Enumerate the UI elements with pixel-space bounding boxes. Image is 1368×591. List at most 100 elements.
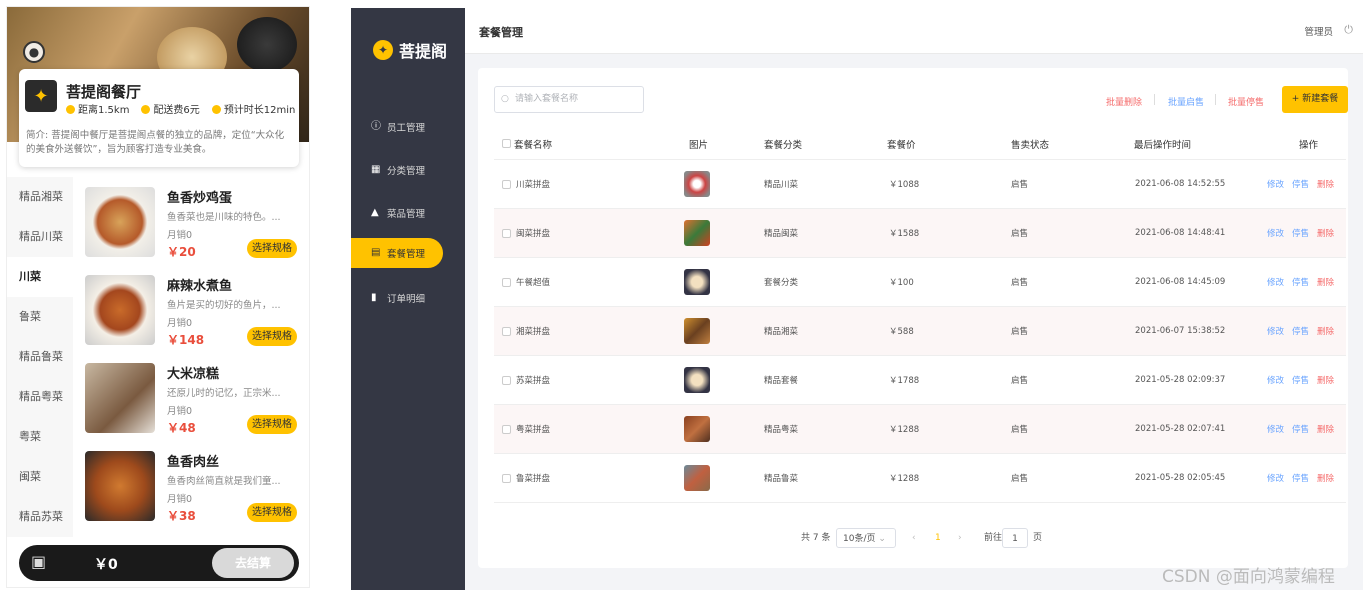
sidebar-item-label: 订单明细 (387, 294, 426, 305)
table-row: 川菜拼盘 精品川菜 ￥1088 启售 2021-06-08 14:52:55 修… (494, 160, 1346, 209)
row-actions: 修改 停售 删除 (1267, 454, 1342, 502)
sidebar-item[interactable]: ▮ 订单明细 (351, 283, 465, 313)
delete-button[interactable]: 删除 (1317, 472, 1334, 484)
dish-name: 鱼香肉丝 (167, 455, 220, 470)
column-header: 套餐分类 (764, 139, 803, 151)
stop-sale-button[interactable]: 停售 (1292, 374, 1309, 386)
next-page-icon[interactable]: › (958, 528, 962, 548)
row-checkbox[interactable] (502, 473, 511, 483)
dish-price: ￥38 (167, 509, 196, 523)
combo-status: 启售 (1011, 376, 1029, 386)
category-item[interactable]: 鲁菜 (7, 297, 73, 337)
choose-spec-button[interactable]: 选择规格 (247, 327, 297, 346)
row-checkbox-cell (502, 209, 511, 257)
row-checkbox-cell (502, 356, 511, 404)
sidebar-item[interactable]: ▦ 分类管理 (351, 155, 465, 185)
cart-icon[interactable]: ▣ (31, 552, 53, 574)
dish-image[interactable] (85, 363, 155, 433)
select-all-checkbox[interactable] (502, 139, 511, 148)
dish-item: 鱼香肉丝 鱼香肉丝简直就是我们童... 月销0 ￥38 选择规格 (85, 451, 305, 525)
power-icon[interactable]: ⏻ (1344, 23, 1353, 37)
delete-button[interactable]: 删除 (1317, 423, 1334, 435)
combo-name: 鲁菜拼盘 (516, 474, 551, 484)
combo-category: 精品鲁菜 (764, 474, 799, 484)
chevron-down-icon: ⌄ (878, 534, 886, 544)
category-item[interactable]: 精品苏菜 (7, 497, 73, 537)
dish-sales: 月销0 (167, 230, 193, 241)
stop-sale-button[interactable]: 停售 (1292, 423, 1309, 435)
choose-spec-button[interactable]: 选择规格 (247, 415, 297, 434)
edit-button[interactable]: 修改 (1267, 325, 1284, 337)
stop-sale-button[interactable]: 停售 (1292, 276, 1309, 288)
delete-button[interactable]: 删除 (1317, 178, 1334, 190)
choose-spec-button[interactable]: 选择规格 (247, 503, 297, 522)
edit-button[interactable]: 修改 (1267, 472, 1284, 484)
category-item[interactable]: 精品粤菜 (7, 377, 73, 417)
sidebar-item-label: 套餐管理 (387, 249, 426, 260)
row-checkbox[interactable] (502, 326, 511, 336)
row-checkbox[interactable] (502, 424, 511, 434)
prev-page-icon[interactable]: ‹ (912, 528, 916, 548)
delete-button[interactable]: 删除 (1317, 325, 1334, 337)
row-actions: 修改 停售 删除 (1267, 307, 1342, 355)
category-item[interactable]: 精品鲁菜 (7, 337, 73, 377)
stop-sale-button[interactable]: 停售 (1292, 227, 1309, 239)
page-size-select[interactable]: 10条/页 ⌄ (836, 528, 896, 548)
row-actions: 修改 停售 删除 (1267, 356, 1342, 404)
restaurant-name: 菩提阁餐厅 (66, 83, 142, 101)
page-jump-input[interactable]: 1 (1002, 528, 1028, 548)
sidebar-item[interactable]: ⓘ 员工管理 (351, 112, 465, 142)
info-icon: ⓘ (371, 121, 381, 132)
category-item[interactable]: 精品川菜 (7, 217, 73, 257)
category-item[interactable]: 川菜 (7, 257, 73, 297)
category-item[interactable]: 精品湘菜 (7, 177, 73, 217)
row-actions: 修改 停售 删除 (1267, 209, 1342, 257)
delete-button[interactable]: 删除 (1317, 227, 1334, 239)
edit-button[interactable]: 修改 (1267, 178, 1284, 190)
edit-button[interactable]: 修改 (1267, 423, 1284, 435)
combo-image (684, 367, 710, 393)
delete-button[interactable]: 删除 (1317, 276, 1334, 288)
combo-image (684, 416, 710, 442)
pager-current[interactable]: 1 (935, 528, 941, 548)
top-bar: 套餐管理 管理员 ⏻ (465, 8, 1363, 54)
restaurant-intro: 简介: 菩提阁中餐厅是菩提阁点餐的独立的品牌，定位“大众化的美食外送餐饮”，旨为… (26, 130, 285, 155)
new-combo-button[interactable]: + 新建套餐 (1282, 86, 1348, 113)
batch-enable-button[interactable]: 批量启售 (1168, 95, 1204, 108)
edit-button[interactable]: 修改 (1267, 276, 1284, 288)
combo-price: ￥1088 (889, 180, 920, 190)
choose-spec-button[interactable]: 选择规格 (247, 239, 297, 258)
stop-sale-button[interactable]: 停售 (1292, 325, 1309, 337)
user-icon[interactable]: ● (23, 41, 45, 63)
table-row: 湘菜拼盘 精品湘菜 ￥588 启售 2021-06-07 15:38:52 修改… (494, 307, 1346, 356)
thumb-cell (684, 405, 710, 453)
category-item[interactable]: 闽菜 (7, 457, 73, 497)
dish-image[interactable] (85, 451, 155, 521)
batch-delete-button[interactable]: 批量删除 (1106, 95, 1142, 108)
combo-status: 启售 (1011, 474, 1029, 484)
stop-sale-button[interactable]: 停售 (1292, 178, 1309, 190)
user-name[interactable]: 管理员 (1304, 24, 1333, 38)
delete-button[interactable]: 删除 (1317, 374, 1334, 386)
page-title: 套餐管理 (479, 26, 523, 39)
row-checkbox[interactable] (502, 228, 511, 238)
category-item[interactable]: 粤菜 (7, 417, 73, 457)
dish-image[interactable] (85, 275, 155, 345)
sidebar-item[interactable]: ▤ 套餐管理 (351, 238, 443, 268)
edit-button[interactable]: 修改 (1267, 227, 1284, 239)
edit-button[interactable]: 修改 (1267, 374, 1284, 386)
dish-name: 鱼香炒鸡蛋 (167, 191, 233, 206)
table-row: 苏菜拼盘 精品套餐 ￥1788 启售 2021-05-28 02:09:37 修… (494, 356, 1346, 405)
row-checkbox[interactable] (502, 375, 511, 385)
row-checkbox[interactable] (502, 277, 511, 287)
checkout-button[interactable]: 去结算 (212, 548, 294, 578)
search-input[interactable]: ○ 请输入套餐名称 (494, 86, 644, 113)
stop-sale-button[interactable]: 停售 (1292, 472, 1309, 484)
pager-goto-label: 前往 (984, 533, 1003, 543)
combo-status: 启售 (1011, 278, 1029, 288)
dish-image[interactable] (85, 187, 155, 257)
batch-disable-button[interactable]: 批量停售 (1228, 95, 1264, 108)
row-checkbox[interactable] (502, 179, 511, 189)
table-row: 鲁菜拼盘 精品鲁菜 ￥1288 启售 2021-05-28 02:05:45 修… (494, 454, 1346, 503)
sidebar-item[interactable]: ▲ 菜品管理 (351, 198, 465, 228)
